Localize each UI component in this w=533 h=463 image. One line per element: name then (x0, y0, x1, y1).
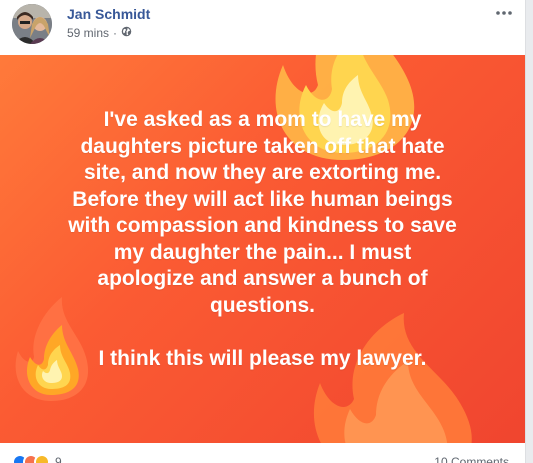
comments-count[interactable]: 10 Comments (434, 455, 509, 463)
status-text: I've asked as a mom to have my daughters… (68, 108, 457, 370)
post-header: Jan Schmidt 59 mins · (12, 4, 517, 48)
meta-separator: · (113, 26, 118, 40)
wow-icon (34, 454, 50, 463)
post-meta: 59 mins · (67, 26, 132, 40)
status-background: I've asked as a mom to have my daughters… (0, 55, 525, 443)
reactions-summary[interactable]: 9 (12, 454, 62, 463)
author-name[interactable]: Jan Schmidt (67, 6, 150, 22)
avatar[interactable] (12, 4, 52, 44)
globe-icon[interactable] (121, 26, 132, 40)
reaction-count[interactable]: 9 (55, 455, 62, 463)
post-card: Jan Schmidt 59 mins · I've asked as a mo… (0, 0, 526, 463)
post-footer: 9 10 Comments (0, 443, 525, 463)
post-time[interactable]: 59 mins (67, 26, 109, 40)
more-options-icon[interactable] (493, 6, 515, 20)
